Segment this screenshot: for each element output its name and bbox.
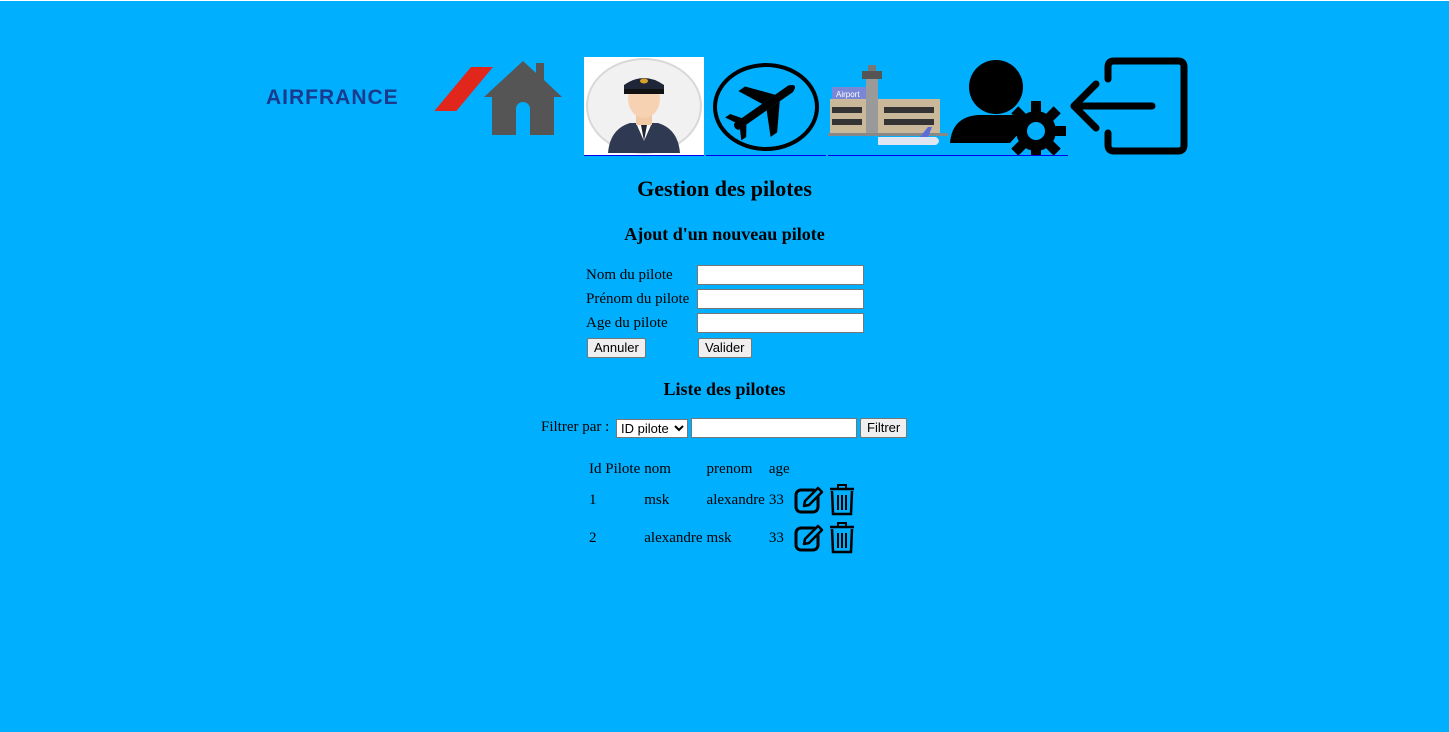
pilots-table: Id Pilote nom prenom age 1 msk alexandre…	[586, 456, 860, 558]
table-header-row: Id Pilote nom prenom age	[588, 458, 858, 480]
top-border	[0, 0, 1449, 1]
edit-icon[interactable]	[794, 522, 824, 554]
prenom-label: Prénom du pilote	[586, 291, 690, 307]
airport-sign-text: Airport	[836, 90, 860, 99]
cell-age: 33	[768, 529, 784, 546]
cell-nom: alexandre	[644, 529, 703, 546]
filter-label: Filtrer par :	[541, 419, 610, 435]
filter-input[interactable]	[691, 418, 857, 438]
table-row: 2 alexandre msk 33	[588, 520, 858, 556]
column-header-id: Id Pilote	[589, 460, 641, 477]
filter-select[interactable]: ID pilote	[616, 419, 688, 438]
nav-logout-link[interactable]	[1068, 57, 1188, 155]
filter-bar: Filtrer par : ID pilote Filtrer	[541, 418, 921, 440]
add-pilot-heading: Ajout d'un nouveau pilote	[624, 224, 825, 244]
filter-button[interactable]: Filtrer	[860, 418, 908, 438]
home-icon	[484, 61, 562, 135]
user-settings-icon	[950, 60, 1066, 155]
cell-prenom: alexandre	[706, 491, 765, 508]
trash-icon[interactable]	[827, 484, 857, 516]
submit-button[interactable]: Valider	[698, 338, 752, 358]
cell-nom: msk	[644, 491, 670, 508]
nav-home-link[interactable]	[482, 57, 564, 139]
cell-id: 1	[589, 491, 597, 508]
column-header-age: age	[768, 460, 790, 477]
column-header-actions	[793, 458, 859, 480]
table-row: 1 msk alexandre 33	[588, 482, 858, 518]
nav-flights-link[interactable]	[706, 57, 826, 156]
nav-airports-link[interactable]: Airport	[828, 57, 948, 156]
nav-admin-link[interactable]	[948, 57, 1068, 156]
page-title: Gestion des pilotes	[637, 176, 812, 201]
cell-age: 33	[768, 491, 784, 508]
prenom-input[interactable]	[697, 289, 864, 309]
age-input[interactable]	[697, 313, 864, 333]
nom-input[interactable]	[697, 265, 864, 285]
column-header-prenom: prenom	[706, 460, 753, 477]
airfrance-logo: AIRFRANCE	[266, 65, 493, 111]
edit-icon[interactable]	[794, 484, 824, 516]
cancel-button[interactable]: Annuler	[587, 338, 646, 358]
airplane-icon	[713, 63, 819, 151]
nom-label: Nom du pilote	[586, 267, 673, 283]
cell-id: 2	[589, 529, 597, 546]
trash-icon[interactable]	[827, 522, 857, 554]
age-label: Age du pilote	[586, 315, 668, 331]
pilot-icon	[586, 58, 702, 154]
cell-actions	[793, 482, 859, 518]
cell-actions	[793, 520, 859, 556]
column-header-nom: nom	[644, 460, 671, 477]
logout-icon	[1070, 57, 1188, 155]
airport-icon: Airport	[828, 65, 948, 145]
top-nav: AIRFRANCE Airport	[264, 57, 1188, 159]
pilot-list-heading: Liste des pilotes	[663, 379, 786, 399]
logo-text: AIRFRANCE	[266, 86, 399, 109]
cell-prenom: msk	[706, 529, 732, 546]
nav-pilots-link[interactable]	[584, 57, 704, 156]
